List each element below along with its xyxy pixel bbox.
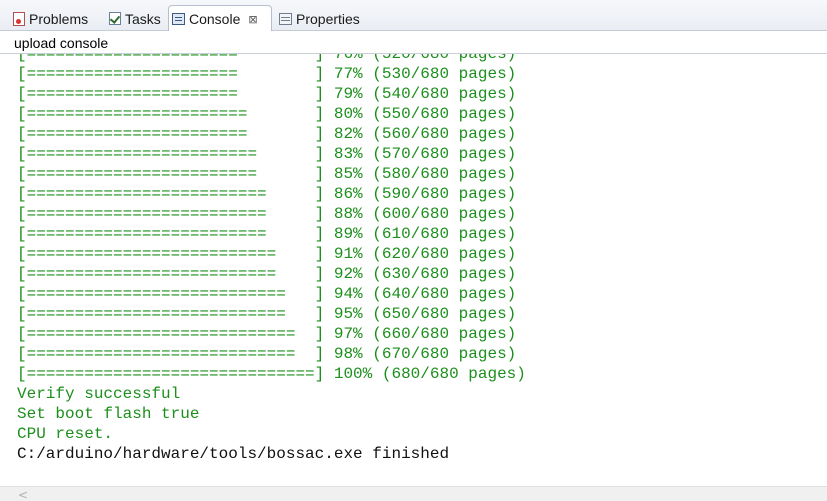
tab-label: Tasks — [125, 10, 161, 27]
console-line: [======================= ] 80% (550/680 … — [17, 105, 517, 123]
tab-problems[interactable]: Problems — [10, 6, 104, 31]
console-line: [======================= ] 82% (560/680 … — [17, 125, 517, 143]
console-line: [====================== ] 76% (520/680 p… — [17, 54, 517, 63]
console-icon — [172, 13, 185, 25]
console-line: [========================= ] 86% (590/68… — [17, 185, 517, 203]
view-tab-bar: Problems Tasks Console ⊠ Properties — [0, 0, 827, 32]
console-line: Verify successful — [17, 385, 181, 403]
horizontal-scrollbar[interactable]: < — [0, 486, 827, 501]
tab-console[interactable]: Console ⊠ — [168, 5, 272, 32]
console-line: [=========================== ] 94% (640/… — [17, 285, 517, 303]
tab-label: Properties — [296, 10, 360, 27]
tab-label: Console — [189, 11, 241, 27]
tab-tasks[interactable]: Tasks — [106, 6, 168, 31]
console-line: [============================ ] 97% (660… — [17, 325, 517, 343]
console-line: [========================== ] 92% (630/6… — [17, 265, 517, 283]
console-line: [========================= ] 88% (600/68… — [17, 205, 517, 223]
console-line: [======================== ] 83% (570/680… — [17, 145, 517, 163]
console-line: [====================== ] 79% (540/680 p… — [17, 85, 517, 103]
console-line: CPU reset. — [17, 425, 114, 443]
console-name: upload console — [14, 35, 109, 51]
console-line: C:/arduino/hardware/tools/bossac.exe fin… — [17, 445, 450, 463]
tasks-icon — [109, 12, 121, 25]
console-line: [========================== ] 91% (620/6… — [17, 245, 517, 263]
console-line: [==============================] 100% (6… — [17, 365, 526, 383]
tab-label: Problems — [29, 10, 89, 27]
properties-icon — [279, 12, 292, 25]
console-output[interactable]: [====================== ] 76% (520/680 p… — [0, 54, 827, 486]
tab-properties[interactable]: Properties — [276, 6, 376, 31]
console-view: Problems Tasks Console ⊠ Properties uplo… — [0, 0, 827, 501]
console-title-bar: upload console — [0, 31, 827, 54]
console-line: Set boot flash true — [17, 405, 200, 423]
close-icon[interactable]: ⊠ — [248, 13, 257, 26]
console-line: [======================== ] 85% (580/680… — [17, 165, 517, 183]
problems-icon — [13, 11, 25, 26]
scroll-left-arrow-icon[interactable]: < — [18, 488, 28, 501]
console-line: [=========================== ] 95% (650/… — [17, 305, 517, 323]
console-line: [========================= ] 89% (610/68… — [17, 225, 517, 243]
console-line: [============================ ] 98% (670… — [17, 345, 517, 363]
console-line: [====================== ] 77% (530/680 p… — [17, 65, 517, 83]
console-lines: [====================== ] 76% (520/680 p… — [17, 54, 526, 464]
